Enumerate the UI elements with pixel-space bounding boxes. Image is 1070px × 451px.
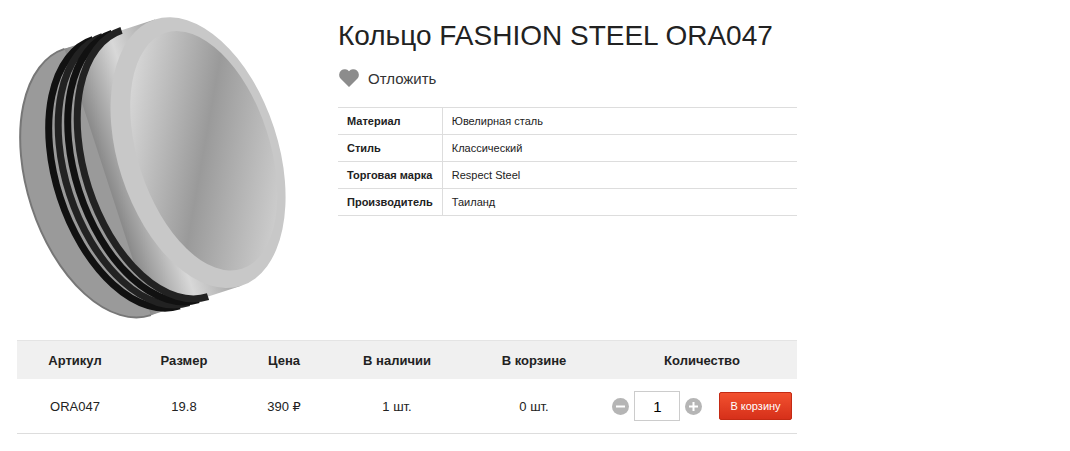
- wishlist-button[interactable]: Отложить: [338, 68, 1070, 88]
- column-header: В наличии: [333, 341, 461, 380]
- quantity-input[interactable]: [634, 391, 680, 421]
- property-label: Производитель: [338, 189, 442, 216]
- property-label: Торговая марка: [338, 162, 442, 189]
- header-row: АртикулРазмерЦенаВ наличииВ корзинеКолич…: [17, 341, 797, 380]
- offer-stock: 1 шт.: [333, 379, 461, 434]
- offer-sku: ORA047: [17, 379, 133, 434]
- property-value: Ювелирная сталь: [442, 108, 797, 135]
- column-header: Количество: [607, 341, 797, 380]
- ring-image: [0, 0, 338, 320]
- property-value: Respect Steel: [442, 162, 797, 189]
- heart-icon: [338, 68, 360, 88]
- offer-price: 390 ₽: [235, 379, 333, 434]
- property-row: СтильКлассический: [338, 135, 797, 162]
- property-row: МатериалЮвелирная сталь: [338, 108, 797, 135]
- minus-icon[interactable]: [612, 398, 629, 415]
- property-row: Торговая маркаRespect Steel: [338, 162, 797, 189]
- quantity-cell: В корзину: [607, 379, 797, 434]
- property-row: ПроизводительТаиланд: [338, 189, 797, 216]
- product-title: Кольцо FASHION STEEL ORA047: [338, 18, 1070, 54]
- column-header: Размер: [133, 341, 235, 380]
- property-label: Стиль: [338, 135, 442, 162]
- quantity-control: В корзину: [611, 391, 793, 421]
- properties-table: МатериалЮвелирная стальСтильКлассический…: [338, 107, 797, 216]
- offer-cart: 0 шт.: [461, 379, 607, 434]
- product-header: Кольцо FASHION STEEL ORA047 Отложить Матер…: [0, 0, 1070, 320]
- property-label: Материал: [338, 108, 442, 135]
- column-header: Артикул: [17, 341, 133, 380]
- column-header: В корзине: [461, 341, 607, 380]
- column-header: Цена: [235, 341, 333, 380]
- offer-size: 19.8: [133, 379, 235, 434]
- add-to-cart-button[interactable]: В корзину: [719, 392, 791, 420]
- property-value: Таиланд: [442, 189, 797, 216]
- product-info: Кольцо FASHION STEEL ORA047 Отложить Матер…: [338, 0, 1070, 320]
- offer-row: ORA04719.8390 ₽1 шт.0 шт. В корзину: [17, 379, 797, 434]
- plus-icon[interactable]: [685, 398, 702, 415]
- wishlist-label: Отложить: [368, 70, 436, 87]
- property-value: Классический: [442, 135, 797, 162]
- offers-table: АртикулРазмерЦенаВ наличииВ корзинеКолич…: [17, 340, 797, 434]
